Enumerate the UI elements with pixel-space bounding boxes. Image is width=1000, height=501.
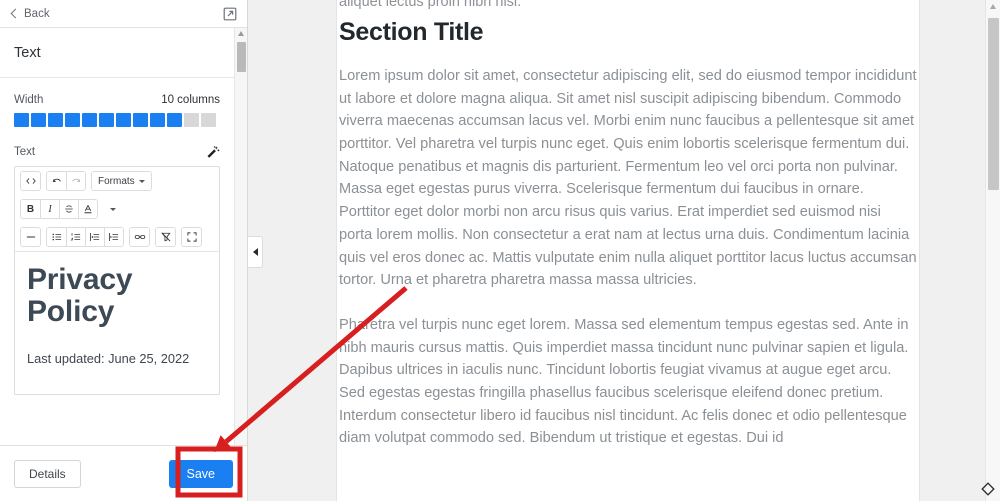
- fullscreen-button[interactable]: [182, 228, 201, 246]
- chevron-down-icon: [109, 207, 116, 211]
- numbered-list-button[interactable]: [66, 228, 85, 246]
- toolbar-group-clear: [155, 227, 176, 247]
- page-sheet: aliquet lectus proin nibh nisl. Section …: [336, 0, 920, 501]
- text-setting: Text Formats B I Privacy Policy Last upd…: [0, 127, 234, 395]
- width-setting: Width 10 columns: [0, 78, 234, 127]
- undo-button[interactable]: [47, 172, 66, 190]
- scroll-up-arrow-icon[interactable]: [238, 31, 244, 36]
- sidebar-scrollbar-thumb[interactable]: [237, 42, 246, 72]
- sidebar-topbar: Back: [0, 0, 247, 28]
- rich-text-editor: Formats B I Privacy Policy Last updated:…: [14, 166, 220, 395]
- width-column-cell[interactable]: [116, 113, 131, 127]
- scroll-up-arrow-icon[interactable]: [990, 4, 996, 9]
- toolbar-group-fullscreen: [181, 227, 202, 247]
- editor-heading: Privacy Policy: [27, 263, 133, 329]
- width-value: 10 columns: [161, 94, 220, 106]
- toolbar-group-source: [20, 171, 41, 191]
- width-header: Width 10 columns: [14, 94, 220, 106]
- width-column-cell[interactable]: [99, 113, 114, 127]
- back-button-label: Back: [24, 7, 50, 20]
- app-root: Back Text Width 10 columns Text Formats …: [0, 0, 1000, 501]
- back-button[interactable]: Back: [10, 7, 50, 20]
- editor-subtext: Last updated: June 25, 2022: [27, 350, 190, 366]
- sidebar-footer: Details Save: [0, 446, 247, 501]
- editor-sidebar: Back Text Width 10 columns Text Formats …: [0, 0, 248, 501]
- sidebar-collapse-handle[interactable]: [248, 236, 263, 268]
- increase-indent-button[interactable]: [104, 228, 123, 246]
- toolbar-group-formats: Formats: [91, 171, 152, 191]
- clipped-paragraph-top: aliquet lectus proin nibh nisl.: [339, 0, 522, 9]
- toolbar-row-2: B I: [15, 195, 219, 223]
- body-paragraph: Pharetra vel turpis nunc eget lorem. Mas…: [339, 316, 909, 447]
- bullet-list-button[interactable]: [47, 228, 66, 246]
- save-button[interactable]: Save: [168, 459, 233, 488]
- width-column-cell[interactable]: [201, 113, 216, 127]
- horizontal-rule-button[interactable]: [21, 228, 40, 246]
- toolbar-group-lists: [46, 227, 124, 247]
- insert-link-button[interactable]: [130, 228, 149, 246]
- main-scrollbar[interactable]: [985, 0, 1000, 501]
- width-column-cell[interactable]: [48, 113, 63, 127]
- chevron-down-icon: [138, 179, 145, 183]
- text-setting-label: Text: [14, 146, 36, 158]
- width-column-cell[interactable]: [133, 113, 148, 127]
- width-label: Width: [14, 94, 44, 106]
- toolbar-group-hr: [20, 227, 41, 247]
- text-setting-header: Text: [14, 145, 220, 159]
- details-button[interactable]: Details: [14, 459, 81, 488]
- diamond-resize-icon[interactable]: [980, 481, 996, 497]
- chevron-left-icon: [10, 8, 21, 19]
- text-color-caret[interactable]: [103, 200, 122, 218]
- sidebar-scrollbar[interactable]: [234, 28, 247, 445]
- external-link-icon[interactable]: [223, 7, 237, 21]
- width-column-cell[interactable]: [65, 113, 80, 127]
- page-sheet-inner: aliquet lectus proin nibh nisl. Section …: [337, 0, 919, 450]
- width-column-selector[interactable]: [14, 113, 220, 127]
- sidebar-scroll-host: Text Width 10 columns Text Formats B I P…: [0, 28, 247, 446]
- section-heading: Section Title: [339, 18, 484, 46]
- magic-wand-icon[interactable]: [206, 145, 220, 159]
- formats-dropdown-label: Formats: [98, 175, 135, 187]
- collapse-left-arrow-icon: [252, 248, 258, 256]
- save-button-wrapper: Save: [168, 459, 233, 488]
- toolbar-group-link: [129, 227, 150, 247]
- strikethrough-button[interactable]: [59, 200, 78, 218]
- body-paragraph: Lorem ipsum dolor sit amet, consectetur …: [339, 68, 917, 289]
- width-column-cell[interactable]: [82, 113, 97, 127]
- toolbar-group-history: [46, 171, 86, 191]
- text-color-button[interactable]: [78, 200, 97, 218]
- width-column-cell[interactable]: [150, 113, 165, 127]
- toolbar-row-3: [15, 223, 219, 251]
- toolbar-group-inline: B I: [20, 199, 98, 219]
- width-column-cell[interactable]: [167, 113, 182, 127]
- width-column-cell[interactable]: [31, 113, 46, 127]
- sidebar-panel-body: Text Width 10 columns Text Formats B I P…: [0, 28, 234, 445]
- editor-content-area[interactable]: Privacy Policy Last updated: June 25, 20…: [15, 251, 219, 394]
- formats-dropdown[interactable]: Formats: [92, 172, 151, 190]
- width-column-cell[interactable]: [14, 113, 29, 127]
- toolbar-row-1: Formats: [15, 167, 219, 195]
- source-code-button[interactable]: [21, 172, 40, 190]
- main-scrollbar-thumb[interactable]: [988, 18, 999, 190]
- decrease-indent-button[interactable]: [85, 228, 104, 246]
- panel-title: Text: [0, 28, 234, 78]
- italic-button[interactable]: I: [40, 200, 59, 218]
- bold-button[interactable]: B: [21, 200, 40, 218]
- clear-formatting-button[interactable]: [156, 228, 175, 246]
- redo-button[interactable]: [66, 172, 85, 190]
- main-preview-area: aliquet lectus proin nibh nisl. Section …: [248, 0, 1000, 501]
- width-column-cell[interactable]: [184, 113, 199, 127]
